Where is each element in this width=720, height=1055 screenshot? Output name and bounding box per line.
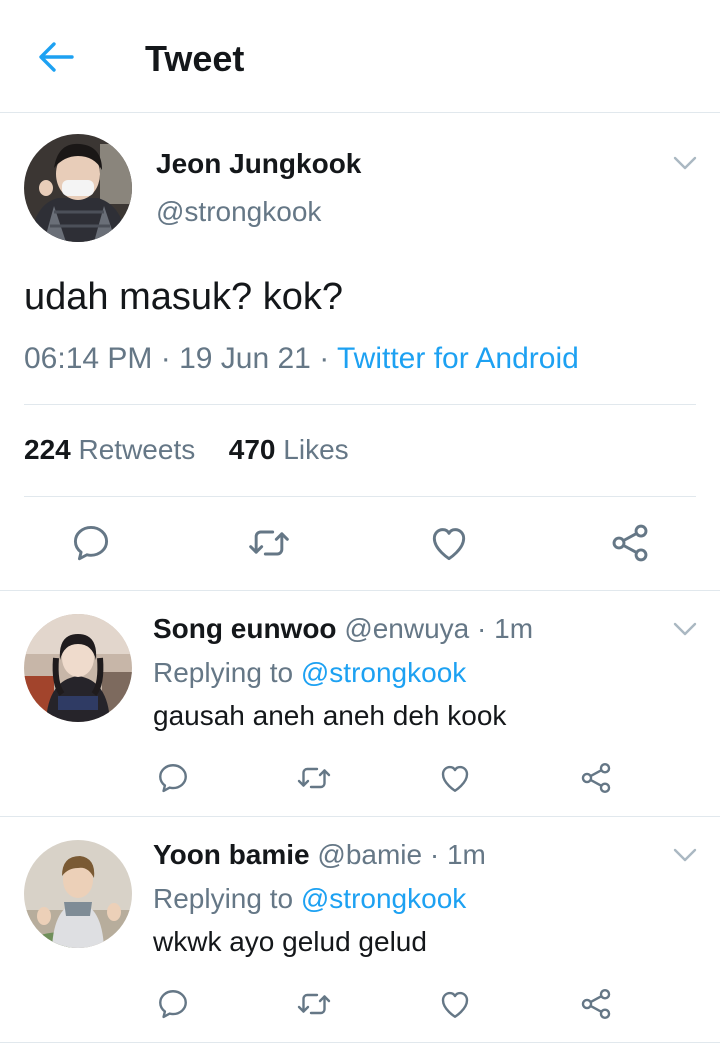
reply-header: Yoon bamie @bamie · 1m xyxy=(153,839,486,871)
separator-dot: · xyxy=(477,613,495,644)
author-name[interactable]: Jeon Jungkook xyxy=(156,148,361,180)
reply-author-handle[interactable]: @bamie xyxy=(317,839,422,870)
share-icon xyxy=(578,986,614,1022)
likes-label: Likes xyxy=(283,434,349,465)
share-icon xyxy=(578,760,614,796)
separator-dot: · xyxy=(429,839,447,870)
like-button[interactable] xyxy=(427,521,471,570)
reply-avatar[interactable] xyxy=(24,614,132,722)
reply-header: Song eunwoo @enwuya · 1m xyxy=(153,613,533,645)
retweet-button[interactable] xyxy=(296,760,332,801)
like-button[interactable] xyxy=(437,760,473,801)
reply-menu-button[interactable] xyxy=(672,620,698,638)
retweet-icon xyxy=(247,521,291,565)
reply-text: wkwk ayo gelud gelud xyxy=(153,926,427,957)
retweets-label: Retweets xyxy=(78,434,196,465)
separator-dot: · xyxy=(319,342,338,375)
tweet-source-link[interactable]: Twitter for Android xyxy=(337,342,579,375)
reply-time: 1m xyxy=(494,613,534,644)
divider xyxy=(24,496,696,497)
divider xyxy=(0,816,720,817)
retweet-icon xyxy=(296,760,332,796)
reply-button[interactable] xyxy=(69,521,113,570)
reply-icon xyxy=(69,521,113,565)
divider xyxy=(24,404,696,405)
retweets-count: 224 xyxy=(24,434,71,465)
reply-icon xyxy=(155,760,191,796)
likes-stat[interactable]: 470 Likes xyxy=(229,434,349,465)
share-button[interactable] xyxy=(608,521,652,570)
replying-to: Replying to @strongkook xyxy=(153,883,466,915)
separator-dot: · xyxy=(160,342,180,375)
tweet-time: 06:14 PM xyxy=(24,342,153,375)
tweet-meta: 06:14 PM · 19 Jun 21 · Twitter for Andro… xyxy=(24,342,579,376)
reply-button[interactable] xyxy=(155,986,191,1027)
chevron-down-icon xyxy=(672,620,698,638)
page-title: Tweet xyxy=(145,38,245,79)
retweets-stat[interactable]: 224 Retweets xyxy=(24,434,195,465)
chevron-down-icon xyxy=(672,154,698,172)
tweet-date: 19 Jun 21 xyxy=(179,342,311,375)
share-button[interactable] xyxy=(578,760,614,801)
back-button[interactable] xyxy=(34,37,78,77)
reply-icon xyxy=(155,986,191,1022)
reply-author-name[interactable]: Song eunwoo xyxy=(153,613,337,644)
reply-button[interactable] xyxy=(155,760,191,801)
author-avatar[interactable] xyxy=(24,134,132,242)
share-icon xyxy=(608,521,652,565)
author-handle[interactable]: @strongkook xyxy=(156,196,321,228)
replying-mention[interactable]: @strongkook xyxy=(301,883,466,914)
replying-prefix: Replying to xyxy=(153,657,294,688)
heart-icon xyxy=(437,760,473,796)
avatar-image xyxy=(24,134,132,242)
reply-menu-button[interactable] xyxy=(672,846,698,864)
heart-icon xyxy=(437,986,473,1022)
replying-prefix: Replying to xyxy=(153,883,294,914)
reply-author-name[interactable]: Yoon bamie xyxy=(153,839,310,870)
avatar-image xyxy=(24,614,132,722)
tweet-stats: 224 Retweets 470 Likes xyxy=(24,434,349,466)
retweet-button[interactable] xyxy=(247,521,291,570)
reply-avatar[interactable] xyxy=(24,840,132,948)
retweet-icon xyxy=(296,986,332,1022)
tweet-text: udah masuk? kok? xyxy=(24,276,343,318)
like-button[interactable] xyxy=(437,986,473,1027)
heart-icon xyxy=(427,521,471,565)
replying-to: Replying to @strongkook xyxy=(153,657,466,689)
tweet-menu-button[interactable] xyxy=(672,154,698,172)
divider xyxy=(0,1042,720,1043)
replying-mention[interactable]: @strongkook xyxy=(301,657,466,688)
divider xyxy=(0,590,720,591)
chevron-down-icon xyxy=(672,846,698,864)
reply-time: 1m xyxy=(446,839,486,870)
avatar-image xyxy=(24,840,132,948)
retweet-button[interactable] xyxy=(296,986,332,1027)
reply-text: gausah aneh aneh deh kook xyxy=(153,700,507,731)
share-button[interactable] xyxy=(578,986,614,1027)
app-header: Tweet xyxy=(0,0,720,113)
arrow-left-icon xyxy=(39,42,74,72)
reply-author-handle[interactable]: @enwuya xyxy=(344,613,469,644)
likes-count: 470 xyxy=(228,434,276,465)
